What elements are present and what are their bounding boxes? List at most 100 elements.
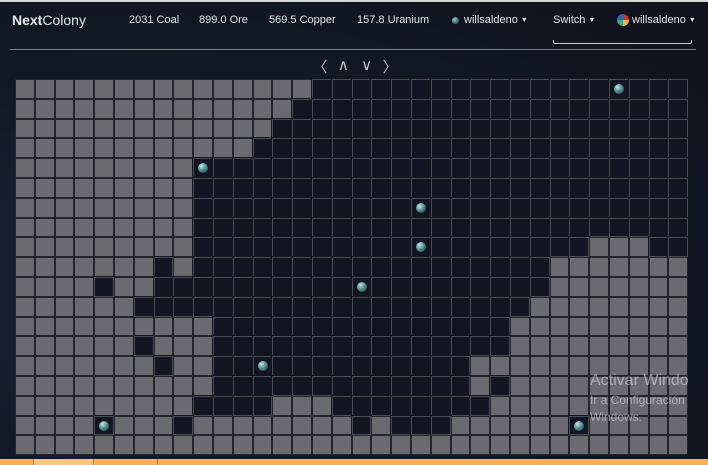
map-cell-explored[interactable] [668, 158, 689, 178]
map-cell-explored[interactable] [272, 257, 293, 277]
map-cell-explored[interactable] [173, 296, 194, 317]
map-cell-explored[interactable] [509, 177, 530, 198]
map-cell-unexplored[interactable] [212, 118, 233, 139]
map-cell-explored[interactable] [410, 336, 431, 357]
map-cell-explored[interactable] [193, 296, 213, 317]
map-cell-explored[interactable] [430, 356, 451, 376]
map-cell-explored[interactable] [490, 296, 510, 317]
map-cell-unexplored[interactable] [668, 435, 689, 456]
map-cell-explored[interactable] [272, 375, 293, 396]
map-cell-unexplored[interactable] [509, 435, 530, 456]
map-cell-unexplored[interactable] [133, 435, 154, 456]
map-cell-unexplored[interactable] [331, 435, 352, 456]
map-cell-explored[interactable] [648, 118, 669, 139]
map-cell-unexplored[interactable] [668, 316, 689, 337]
map-cell-unexplored[interactable] [232, 98, 253, 119]
map-cell-unexplored[interactable] [648, 336, 669, 357]
map-cell-explored[interactable] [272, 316, 293, 337]
map-cell-unexplored[interactable] [232, 415, 253, 436]
map-cell-unexplored[interactable] [74, 415, 95, 436]
map-cell-explored[interactable] [648, 138, 669, 159]
map-cell-explored[interactable] [569, 237, 590, 258]
map-cell-unexplored[interactable] [74, 375, 95, 396]
map-cell-explored[interactable] [292, 138, 312, 159]
map-cell-unexplored[interactable] [15, 257, 35, 277]
map-cell-unexplored[interactable] [133, 98, 154, 119]
map-cell-explored[interactable] [351, 177, 372, 198]
map-cell-unexplored[interactable] [668, 296, 689, 317]
map-cell-unexplored[interactable] [232, 79, 253, 99]
map-cell-explored[interactable] [450, 395, 471, 416]
map-cell-explored[interactable] [212, 158, 233, 178]
map-cell-explored[interactable] [410, 257, 431, 277]
map-cell-planet[interactable] [193, 158, 213, 178]
map-cell-unexplored[interactable] [94, 316, 114, 337]
map-cell-explored[interactable] [391, 395, 411, 416]
map-cell-explored[interactable] [272, 296, 293, 317]
map-cell-explored[interactable] [430, 158, 451, 178]
map-cell-unexplored[interactable] [34, 257, 55, 277]
map-cell-explored[interactable] [529, 276, 550, 297]
map-cell-unexplored[interactable] [450, 435, 471, 456]
map-cell-explored[interactable] [371, 237, 392, 258]
map-cell-explored[interactable] [668, 197, 689, 218]
map-cell-unexplored[interactable] [15, 415, 35, 436]
map-cell-explored[interactable] [490, 98, 510, 119]
map-cell-explored[interactable] [589, 177, 609, 198]
map-cell-explored[interactable] [331, 356, 352, 376]
map-cell-explored[interactable] [569, 79, 590, 99]
map-cell-explored[interactable] [311, 98, 332, 119]
map-cell-unexplored[interactable] [628, 257, 649, 277]
map-cell-unexplored[interactable] [113, 118, 134, 139]
user-menu-dropdown[interactable]: willsaldeno ▼ [617, 14, 696, 27]
map-cell-explored[interactable] [371, 138, 392, 159]
map-cell-explored[interactable] [450, 237, 471, 258]
map-cell-explored[interactable] [490, 79, 510, 99]
map-cell-explored[interactable] [608, 98, 629, 119]
map-cell-unexplored[interactable] [74, 79, 95, 99]
map-cell-explored[interactable] [450, 296, 471, 317]
map-cell-explored[interactable] [292, 257, 312, 277]
map-cell-unexplored[interactable] [549, 316, 570, 337]
map-cell-explored[interactable] [589, 118, 609, 139]
map-cell-explored[interactable] [292, 217, 312, 238]
map-cell-unexplored[interactable] [648, 276, 669, 297]
map-cell-unexplored[interactable] [371, 415, 392, 436]
map-cell-explored[interactable] [509, 296, 530, 317]
map-cell-explored[interactable] [371, 316, 392, 337]
map-cell-explored[interactable] [668, 217, 689, 238]
map-cell-unexplored[interactable] [490, 395, 510, 416]
map-cell-unexplored[interactable] [470, 435, 491, 456]
map-cell-unexplored[interactable] [529, 316, 550, 337]
map-cell-explored[interactable] [450, 79, 471, 99]
map-cell-unexplored[interactable] [15, 296, 35, 317]
map-cell-unexplored[interactable] [54, 435, 75, 456]
map-cell-explored[interactable] [153, 257, 174, 277]
map-cell-explored[interactable] [232, 217, 253, 238]
map-cell-explored[interactable] [490, 257, 510, 277]
map-cell-unexplored[interactable] [74, 197, 95, 218]
map-cell-explored[interactable] [232, 375, 253, 396]
map-cell-explored[interactable] [529, 158, 550, 178]
map-cell-explored[interactable] [391, 415, 411, 436]
map-cell-explored[interactable] [410, 118, 431, 139]
map-cell-explored[interactable] [668, 79, 689, 99]
map-cell-unexplored[interactable] [173, 177, 194, 198]
map-cell-explored[interactable] [193, 197, 213, 218]
map-cell-explored[interactable] [292, 296, 312, 317]
map-cell-explored[interactable] [331, 217, 352, 238]
map-cell-unexplored[interactable] [34, 356, 55, 376]
map-cell-explored[interactable] [470, 316, 491, 337]
map-cell-explored[interactable] [311, 296, 332, 317]
map-cell-explored[interactable] [212, 395, 233, 416]
map-cell-explored[interactable] [331, 138, 352, 159]
map-cell-unexplored[interactable] [15, 316, 35, 337]
map-cell-unexplored[interactable] [311, 435, 332, 456]
map-cell-unexplored[interactable] [648, 257, 669, 277]
map-cell-unexplored[interactable] [193, 356, 213, 376]
map-cell-unexplored[interactable] [193, 435, 213, 456]
map-cell-unexplored[interactable] [608, 435, 629, 456]
map-cell-explored[interactable] [450, 177, 471, 198]
map-cell-unexplored[interactable] [193, 98, 213, 119]
map-cell-explored[interactable] [252, 237, 273, 258]
